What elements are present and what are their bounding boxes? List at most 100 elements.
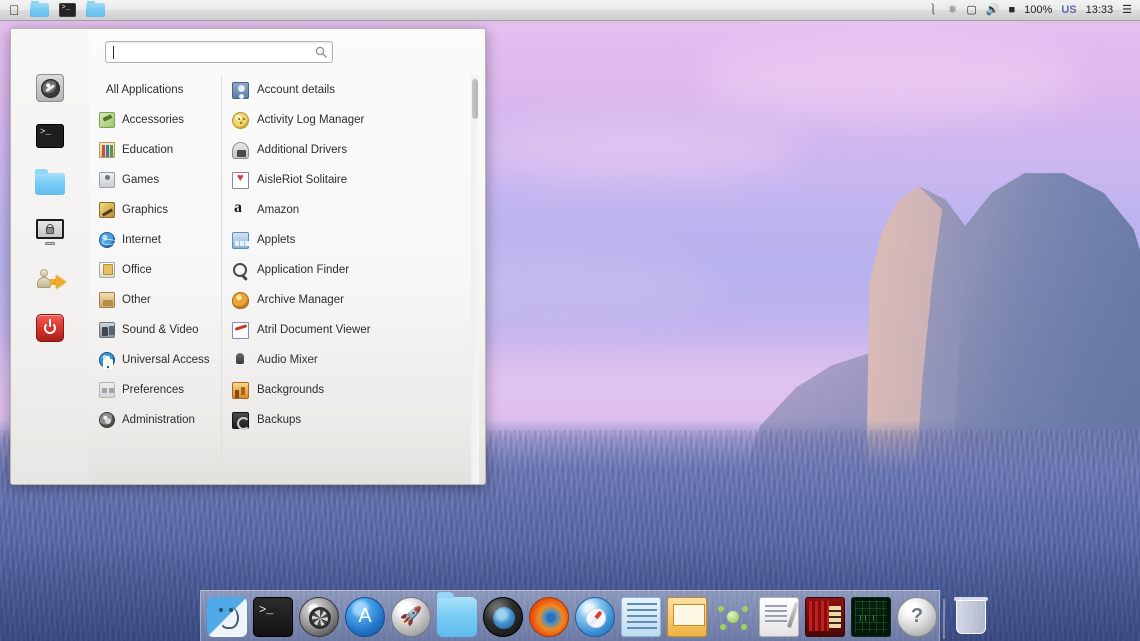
category-label: Accessories [122, 114, 184, 126]
writer-icon [621, 597, 661, 637]
category-label: Office [122, 264, 152, 276]
application-menu-window: All Applications Accessories Education G… [10, 28, 486, 485]
quicktime-icon [483, 597, 523, 637]
help-icon [897, 597, 937, 637]
dock-item-trash[interactable] [949, 595, 993, 639]
folder-icon [437, 597, 477, 637]
app-item-applets[interactable]: Applets [232, 225, 485, 255]
app-item-aisleriot-solitaire[interactable]: AisleRiot Solitaire [232, 165, 485, 195]
app-item-backups[interactable]: Backups [232, 405, 485, 435]
menubar-window-files[interactable] [27, 1, 52, 20]
speaker-icon[interactable]: 🔊 [986, 5, 1000, 16]
app-item-atril-document-viewer[interactable]: Atril Document Viewer [232, 315, 485, 345]
category-item-accessories[interactable]: Accessories [97, 105, 221, 135]
preferences-icon [99, 382, 115, 398]
application-list-scrollbar[interactable] [471, 75, 479, 484]
category-item-other[interactable]: Other [97, 285, 221, 315]
internet-icon [99, 232, 115, 248]
dock-item-libreoffice-writer[interactable] [619, 595, 663, 639]
app-item-archive-manager[interactable]: Archive Manager [232, 285, 485, 315]
category-item-internet[interactable]: Internet [97, 225, 221, 255]
app-item-additional-drivers[interactable]: Additional Drivers [232, 135, 485, 165]
additional-drivers-icon [232, 142, 249, 159]
office-icon [99, 262, 115, 278]
sidebar-item-lock-screen[interactable] [33, 215, 67, 249]
app-label: Backups [257, 414, 301, 426]
category-item-education[interactable]: Education [97, 135, 221, 165]
dock-item-files[interactable] [435, 595, 479, 639]
category-label: All Applications [106, 84, 183, 96]
category-item-graphics[interactable]: Graphics [97, 195, 221, 225]
category-label: Preferences [122, 384, 184, 396]
notification-icon[interactable]: ☰ [1122, 5, 1132, 16]
apple-menu-button[interactable]:  [6, 1, 23, 20]
dock-item-finder[interactable] [205, 595, 249, 639]
settings-icon [36, 74, 64, 102]
bluetooth-icon[interactable]: ⚛ [948, 5, 958, 16]
dock-item-terminal[interactable] [251, 595, 295, 639]
category-item-universal-access[interactable]: Universal Access [97, 345, 221, 375]
archive-manager-icon [232, 292, 249, 309]
dock-item-photos[interactable] [803, 595, 847, 639]
system-monitor-icon [851, 597, 891, 637]
dock-item-app-store[interactable] [343, 595, 387, 639]
menubar-window-terminal[interactable] [56, 1, 79, 20]
app-item-activity-log-manager[interactable]: Activity Log Manager [232, 105, 485, 135]
category-item-preferences[interactable]: Preferences [97, 375, 221, 405]
dock-item-textedit[interactable] [757, 595, 801, 639]
keyboard-layout-indicator[interactable]: US [1061, 4, 1076, 16]
dock-item-help[interactable] [895, 595, 939, 639]
app-item-application-finder[interactable]: Application Finder [232, 255, 485, 285]
terminal-icon [36, 124, 64, 148]
battery-icon[interactable]: ■ [1009, 5, 1016, 16]
application-list: Account details Activity Log Manager Add… [221, 75, 485, 484]
app-item-account-details[interactable]: Account details [232, 75, 485, 105]
audio-mixer-icon [232, 352, 249, 369]
dock-item-firefox[interactable] [527, 595, 571, 639]
search-input[interactable] [105, 41, 333, 63]
sidebar-item-system-settings[interactable] [33, 71, 67, 105]
category-list: All Applications Accessories Education G… [89, 75, 221, 484]
sidebar-item-quit[interactable] [33, 311, 67, 345]
sidebar-item-files[interactable] [33, 167, 67, 201]
finder-icon [207, 597, 247, 637]
dock-item-libreoffice-impress[interactable] [665, 595, 709, 639]
accessories-icon [99, 112, 115, 128]
menubar-status-group: ⎱ ⚛ ▢ 🔊 ■ 100% US 13:33 ☰ [928, 4, 1140, 16]
app-store-icon [345, 597, 385, 637]
category-label: Administration [122, 414, 195, 426]
sidebar-item-terminal[interactable] [33, 119, 67, 153]
power-icon [36, 314, 64, 342]
backups-icon [232, 412, 249, 429]
logout-icon [34, 267, 66, 293]
category-label: Internet [122, 234, 161, 246]
dock-item-molecule-viewer[interactable] [711, 595, 755, 639]
clock[interactable]: 13:33 [1086, 4, 1114, 16]
dock-item-system-settings[interactable] [297, 595, 341, 639]
app-item-amazon[interactable]: Amazon [232, 195, 485, 225]
monitor-icon[interactable]: ⎱ [928, 5, 939, 16]
menubar-window-files-2[interactable] [83, 1, 108, 20]
category-item-all-applications[interactable]: All Applications [97, 75, 221, 105]
dock-item-system-monitor[interactable] [849, 595, 893, 639]
textedit-icon [759, 597, 799, 637]
app-label: Atril Document Viewer [257, 324, 371, 336]
scrollbar-thumb[interactable] [472, 79, 478, 119]
search-icon[interactable] [315, 46, 327, 58]
app-item-audio-mixer[interactable]: Audio Mixer [232, 345, 485, 375]
category-item-administration[interactable]: Administration [97, 405, 221, 435]
folder-icon [35, 173, 65, 195]
category-item-office[interactable]: Office [97, 255, 221, 285]
dock-item-safari[interactable] [573, 595, 617, 639]
dock-item-quicktime[interactable] [481, 595, 525, 639]
category-item-sound-video[interactable]: Sound & Video [97, 315, 221, 345]
lock-screen-icon [35, 219, 65, 245]
app-item-backgrounds[interactable]: Backgrounds [232, 375, 485, 405]
drive-icon[interactable]: ▢ [966, 5, 976, 16]
app-label: Activity Log Manager [257, 114, 364, 126]
category-item-games[interactable]: Games [97, 165, 221, 195]
sidebar-item-log-out[interactable] [33, 263, 67, 297]
dock-item-launchpad[interactable] [389, 595, 433, 639]
menu-lists: All Applications Accessories Education G… [89, 75, 485, 484]
app-label: Additional Drivers [257, 144, 347, 156]
